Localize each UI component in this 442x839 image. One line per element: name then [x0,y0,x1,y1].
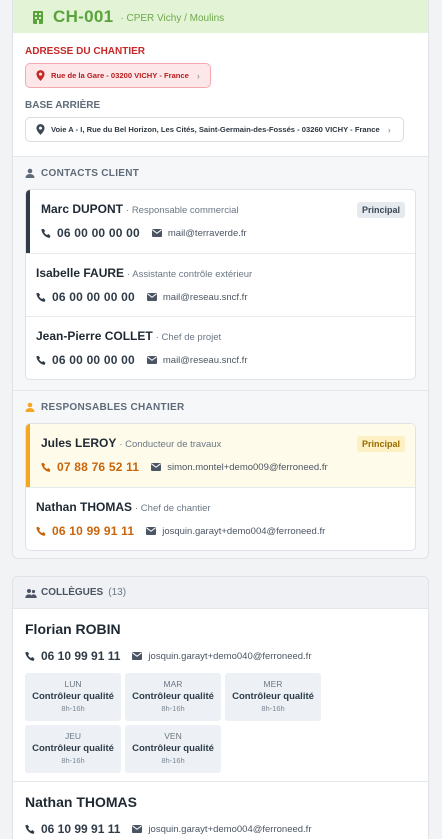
manager-role: · Chef de chantier [135,503,211,514]
base-address-text: Voie A - I, Rue du Bel Horizon, Les Cité… [51,125,380,134]
day-name: VEN [164,731,182,741]
contact-phone[interactable]: 06 00 00 00 00 [52,290,135,304]
day-hours: 8h-16h [161,756,185,765]
colleague-phone[interactable]: 06 10 99 91 11 [41,822,120,836]
location-pin-icon [36,70,45,81]
day-role: Contrôleur qualité [132,691,214,702]
day-name: MER [263,679,283,689]
contact-row[interactable]: Isabelle FAURE · Assistante contrôle exté… [26,253,415,316]
manager-email[interactable]: josquin.garayt+demo004@ferroneed.fr [162,526,325,537]
colleague-email[interactable]: josquin.garayt+demo040@ferroneed.fr [148,651,311,662]
client-contacts-title: CONTACTS CLIENT [41,167,140,179]
phone-icon [36,526,46,536]
schedule-day: MER Contrôleur qualité 8h-16h [225,673,321,721]
principal-badge: Principal [356,436,405,452]
site-managers-section: RESPONSABLES CHANTIER Jules LEROY · Condu… [13,391,428,558]
schedule-day: LUN Contrôleur qualité 8h-16h [25,673,121,721]
mail-icon [146,527,157,535]
phone-icon [25,651,35,661]
colleague-name: Florian ROBIN [25,621,121,637]
person-icon [25,168,35,178]
contact-row[interactable]: Jean-Pierre COLLET · Chef de projet 06 00… [26,316,415,379]
day-role: Contrôleur qualité [32,743,114,754]
contact-role: · Assistante contrôle extérieur [127,269,253,280]
mail-icon [151,463,162,471]
phone-icon [41,462,51,472]
schedule-day: VEN Contrôleur qualité 8h-16h [125,725,221,773]
building-icon [33,11,43,24]
phone-icon [25,824,35,834]
colleague-phone[interactable]: 06 10 99 91 11 [41,649,120,663]
day-hours: 8h-16h [261,704,285,713]
site-card: CH-001 · CPER Vichy / Moulins ADRESSE DU… [12,0,429,559]
contact-email[interactable]: mail@reseau.sncf.fr [163,355,248,366]
contact-phone[interactable]: 06 00 00 00 00 [57,226,140,240]
manager-name: Nathan THOMAS [36,500,132,514]
day-role: Contrôleur qualité [232,691,314,702]
site-managers-title: RESPONSABLES CHANTIER [41,401,185,413]
base-label: BASE ARRIÈRE [25,100,101,111]
day-name: MAR [163,679,183,689]
day-name: LUN [64,679,82,689]
colleagues-count: (13) [108,587,127,598]
mail-icon [132,825,143,833]
site-header: CH-001 · CPER Vichy / Moulins [13,0,428,33]
contact-email[interactable]: mail@terraverde.fr [168,228,247,239]
manager-phone[interactable]: 06 10 99 91 11 [52,524,134,538]
contact-role: · Responsable commercial [126,205,239,216]
colleagues-header[interactable]: COLLÈGUES (13) [13,577,428,609]
phone-icon [36,355,46,365]
phone-icon [41,228,51,238]
colleagues-card: COLLÈGUES (13) Florian ROBIN 06 10 99 91… [12,576,429,839]
mail-icon [132,652,143,660]
day-hours: 8h-16h [61,756,85,765]
contact-phone[interactable]: 06 00 00 00 00 [52,353,135,367]
colleague-item: Nathan THOMAS 06 10 99 91 11 josquin.gar… [13,781,428,836]
contact-row[interactable]: Marc DUPONT · Responsable commercial Prin… [26,190,415,253]
site-subtitle: · CPER Vichy / Moulins [120,13,225,24]
principal-badge: Principal [356,202,405,218]
address-label: ADRESSE DU CHANTIER [25,46,146,57]
mail-icon [151,229,162,237]
site-address-button[interactable]: Rue de la Gare - 03200 VICHY - France › [25,63,211,88]
day-name: JEU [64,731,82,741]
site-code: CH-001 [53,7,114,26]
colleague-item: Florian ROBIN 06 10 99 91 11 josquin.gar… [13,609,428,781]
manager-name: Jules LEROY [41,436,117,450]
schedule-grid: LUN Contrôleur qualité 8h-16h MAR Contrô… [25,673,416,773]
contact-email[interactable]: mail@reseau.sncf.fr [163,292,248,303]
contact-name: Marc DUPONT [41,202,124,216]
group-icon [25,588,37,598]
manager-phone[interactable]: 07 88 76 52 11 [57,460,139,474]
location-pin-icon [36,124,45,135]
day-role: Contrôleur qualité [32,691,114,702]
phone-icon [36,292,46,302]
schedule-day: MAR Contrôleur qualité 8h-16h [125,673,221,721]
colleague-name: Nathan THOMAS [25,794,137,810]
chevron-right-icon: › [196,70,200,81]
mail-icon [146,356,157,364]
contact-role: · Chef de projet [155,332,222,343]
chevron-right-icon: › [387,124,391,135]
manager-email[interactable]: simon.montel+demo009@ferroneed.fr [167,462,327,473]
schedule-day: JEU Contrôleur qualité 8h-16h [25,725,121,773]
manager-row[interactable]: Jules LEROY · Conducteur de travaux Princ… [26,424,415,487]
base-address-button[interactable]: Voie A - I, Rue du Bel Horizon, Les Cité… [25,117,404,142]
manager-role: · Conducteur de travaux [119,439,222,450]
worker-icon [25,402,35,412]
site-address-text: Rue de la Gare - 03200 VICHY - France [51,71,189,80]
day-hours: 8h-16h [61,704,85,713]
manager-row[interactable]: Nathan THOMAS · Chef de chantier 06 10 99… [26,487,415,550]
colleague-email[interactable]: josquin.garayt+demo004@ferroneed.fr [148,824,311,835]
day-hours: 8h-16h [161,704,185,713]
contact-name: Jean-Pierre COLLET [36,329,153,343]
mail-icon [146,293,157,301]
colleagues-title: COLLÈGUES [41,587,104,598]
client-contacts-section: CONTACTS CLIENT Marc DUPONT · Responsable… [13,157,428,390]
day-role: Contrôleur qualité [132,743,214,754]
contact-name: Isabelle FAURE [36,266,125,280]
